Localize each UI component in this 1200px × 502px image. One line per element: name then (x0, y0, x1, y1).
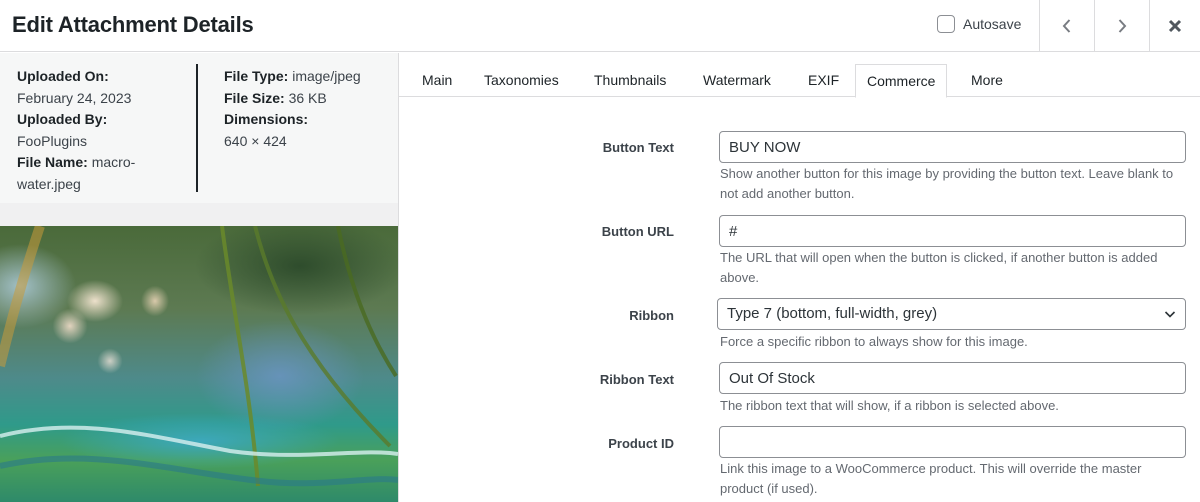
product-id-input[interactable] (719, 426, 1186, 458)
tab-taxonomies[interactable]: Taxonomies (473, 64, 570, 98)
preview-art (0, 226, 398, 487)
attachment-preview-image (0, 226, 398, 502)
file-size-label: File Size: (224, 89, 285, 106)
ribbon-help: Force a specific ribbon to always show f… (720, 334, 1028, 349)
attachment-sidebar: Uploaded On: February 24, 2023 Uploaded … (0, 53, 398, 502)
tab-bar: Main Taxonomies Thumbnails Watermark EXI… (399, 53, 1200, 98)
product-id-help: Link this image to a WooCommerce product… (720, 461, 1142, 496)
file-name-label: File Name: (17, 154, 88, 170)
tab-more[interactable]: More (960, 64, 1014, 98)
file-type-label: File Type: (224, 68, 289, 84)
ribbon-text-help: The ribbon text that will show, if a rib… (720, 398, 1059, 413)
button-text-label: Button Text (602, 140, 674, 155)
tab-exif[interactable]: EXIF (797, 64, 850, 98)
ribbon-text-input[interactable] (719, 362, 1186, 394)
close-button[interactable] (1149, 0, 1200, 52)
button-text-help: Show another button for this image by pr… (720, 166, 1174, 201)
meta-left-column: Uploaded On: February 24, 2023 Uploaded … (17, 66, 187, 195)
product-id-label: Product ID (608, 436, 674, 451)
uploaded-on-value: February 24, 2023 (17, 89, 132, 106)
file-type-value: image/jpeg (292, 68, 361, 84)
next-button[interactable] (1094, 0, 1149, 52)
details-panel: Main Taxonomies Thumbnails Watermark EXI… (398, 53, 1200, 502)
tab-main[interactable]: Main (411, 64, 463, 98)
uploaded-on-label: Uploaded On: (17, 68, 109, 84)
meta-divider (196, 64, 198, 192)
button-url-input[interactable] (719, 215, 1186, 247)
meta-right-column: File Type: image/jpeg File Size: 36 KB D… (224, 66, 394, 152)
previous-button[interactable] (1039, 0, 1094, 52)
tab-commerce[interactable]: Commerce (855, 64, 948, 98)
modal-header: Edit Attachment Details Autosave (0, 0, 1200, 52)
dimensions-label: Dimensions: (224, 111, 309, 127)
tab-watermark[interactable]: Watermark (692, 64, 782, 98)
autosave-toggle[interactable]: Autosave (937, 15, 1021, 33)
chevron-left-icon (1062, 19, 1071, 33)
ribbon-text-label: Ribbon Text (599, 372, 674, 387)
uploaded-by-value: FooPlugins (17, 132, 88, 149)
ribbon-select[interactable]: Type 7 (bottom, full-width, grey) (717, 298, 1186, 330)
file-name-value: macro- (91, 154, 136, 170)
button-url-help: The URL that will open when the button i… (720, 250, 1158, 285)
chevron-right-icon (1118, 19, 1127, 33)
ribbon-label: Ribbon (629, 308, 674, 323)
close-icon (1168, 19, 1182, 33)
attachment-meta: Uploaded On: February 24, 2023 Uploaded … (0, 53, 398, 203)
dimensions-value: 640 × 424 (224, 132, 287, 149)
tab-thumbnails[interactable]: Thumbnails (583, 64, 677, 98)
file-name-value-cont: water.jpeg (17, 175, 81, 192)
file-size-value: 36 KB (288, 89, 327, 106)
ribbon-selected-value: Type 7 (bottom, full-width, grey) (727, 305, 938, 322)
uploaded-by-label: Uploaded By: (17, 111, 108, 127)
button-url-label: Button URL (601, 224, 674, 239)
page-title: Edit Attachment Details (12, 12, 254, 37)
autosave-checkbox[interactable] (937, 15, 955, 33)
autosave-label: Autosave (963, 16, 1022, 32)
button-text-input[interactable] (719, 131, 1186, 163)
chevron-down-icon (1164, 311, 1176, 318)
